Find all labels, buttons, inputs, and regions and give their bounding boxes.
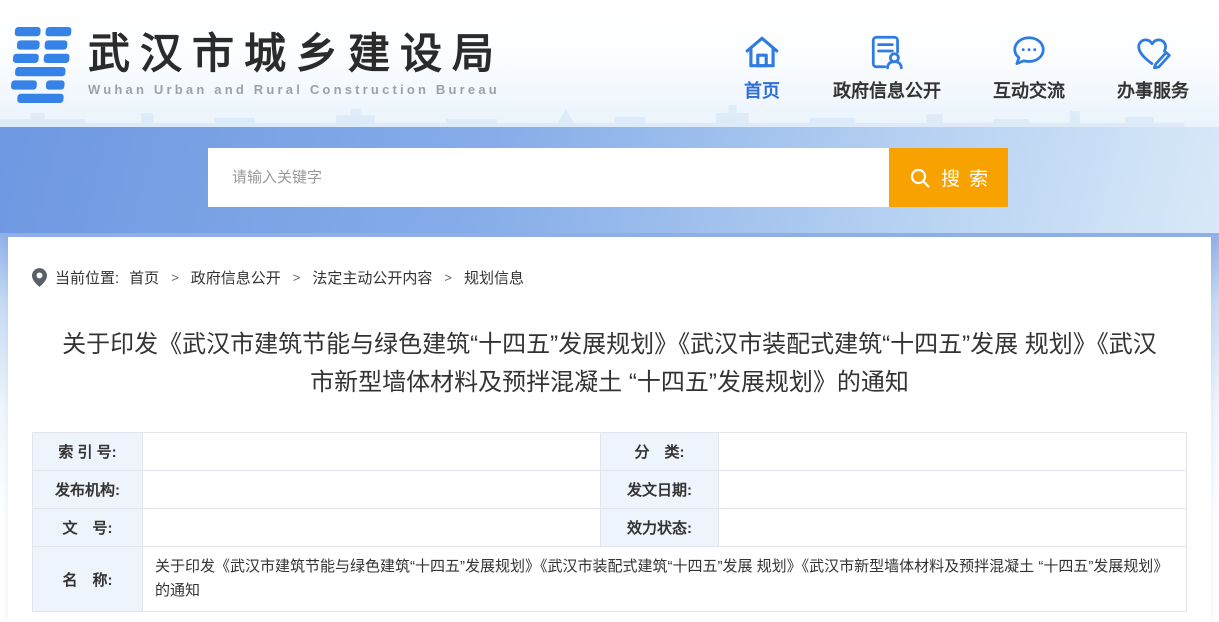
- search-icon: [909, 167, 931, 189]
- meta-value-issue-date: [719, 471, 1187, 509]
- location-pin-icon: [32, 268, 47, 287]
- site-subtitle: Wuhan Urban and Rural Construction Burea…: [88, 82, 504, 97]
- meta-value-name: 关于印发《武汉市建筑节能与绿色建筑“十四五”发展规划》《武汉市装配式建筑“十四五…: [143, 547, 1187, 612]
- breadcrumb-label: 当前位置:: [55, 267, 119, 288]
- meta-label-name: 名 称:: [33, 547, 143, 612]
- page-backdrop: 当前位置: 首页 > 政府信息公开 > 法定主动公开内容 > 规划信息 关于印发…: [0, 233, 1219, 622]
- breadcrumb-separator: >: [293, 270, 301, 285]
- nav-label: 政府信息公开: [833, 77, 941, 103]
- nav-item-home[interactable]: 首页: [743, 33, 781, 103]
- service-heart-icon: [1134, 33, 1172, 71]
- breadcrumb: 当前位置: 首页 > 政府信息公开 > 法定主动公开内容 > 规划信息: [32, 237, 1187, 288]
- breadcrumb-item-home[interactable]: 首页: [129, 267, 159, 288]
- meta-table-wrap: 索 引 号: 分 类: 发布机构: 发文日期: 文 号: 效力: [32, 432, 1187, 612]
- chat-icon: [1010, 33, 1048, 71]
- nav-item-gov-info[interactable]: 政府信息公开: [833, 33, 941, 103]
- content-panel: 当前位置: 首页 > 政府信息公开 > 法定主动公开内容 > 规划信息 关于印发…: [8, 237, 1211, 622]
- bureau-logo-icon: [8, 25, 76, 105]
- search-band: 搜索: [0, 127, 1219, 233]
- breadcrumb-separator: >: [444, 270, 452, 285]
- search-button-label: 搜索: [941, 164, 997, 191]
- meta-label-issuing-agency: 发布机构:: [33, 471, 143, 509]
- breadcrumb-item-planning-info[interactable]: 规划信息: [464, 267, 524, 288]
- nav-item-services[interactable]: 办事服务: [1117, 33, 1189, 103]
- meta-value-index-number: [143, 433, 601, 471]
- meta-label-issue-date: 发文日期:: [601, 471, 719, 509]
- nav-item-interaction[interactable]: 互动交流: [993, 33, 1065, 103]
- breadcrumb-item-gov-info[interactable]: 政府信息公开: [191, 267, 281, 288]
- nav-label: 互动交流: [993, 77, 1065, 103]
- meta-value-issuing-agency: [143, 471, 601, 509]
- home-icon: [743, 33, 781, 71]
- table-row: 发布机构: 发文日期:: [33, 471, 1187, 509]
- search-input[interactable]: [208, 148, 889, 207]
- table-row: 文 号: 效力状态:: [33, 509, 1187, 547]
- breadcrumb-item-statutory-disclosure[interactable]: 法定主动公开内容: [312, 267, 432, 288]
- breadcrumb-separator: >: [171, 270, 179, 285]
- meta-value-document-number: [143, 509, 601, 547]
- nav-label: 首页: [744, 77, 780, 103]
- top-nav: 首页 政府信息公开 互动交流: [743, 25, 1189, 103]
- meta-label-category: 分 类:: [601, 433, 719, 471]
- nav-label: 办事服务: [1117, 77, 1189, 103]
- site-logo[interactable]: 武汉市城乡建设局 Wuhan Urban and Rural Construct…: [8, 23, 504, 105]
- meta-value-validity-status: [719, 509, 1187, 547]
- site-header: 武汉市城乡建设局 Wuhan Urban and Rural Construct…: [0, 0, 1219, 127]
- meta-label-validity-status: 效力状态:: [601, 509, 719, 547]
- table-row: 名 称: 关于印发《武汉市建筑节能与绿色建筑“十四五”发展规划》《武汉市装配式建…: [33, 547, 1187, 612]
- document-meta-table: 索 引 号: 分 类: 发布机构: 发文日期: 文 号: 效力: [32, 432, 1187, 612]
- site-title: 武汉市城乡建设局: [88, 30, 504, 78]
- meta-value-category: [719, 433, 1187, 471]
- meta-label-index-number: 索 引 号:: [33, 433, 143, 471]
- meta-label-document-number: 文 号:: [33, 509, 143, 547]
- gov-info-icon: [868, 33, 906, 71]
- search-box: 搜索: [208, 148, 1008, 207]
- article-title: 关于印发《武汉市建筑节能与绿色建筑“十四五”发展规划》《武汉市装配式建筑“十四五…: [54, 326, 1165, 402]
- search-button[interactable]: 搜索: [889, 148, 1008, 207]
- table-row: 索 引 号: 分 类:: [33, 433, 1187, 471]
